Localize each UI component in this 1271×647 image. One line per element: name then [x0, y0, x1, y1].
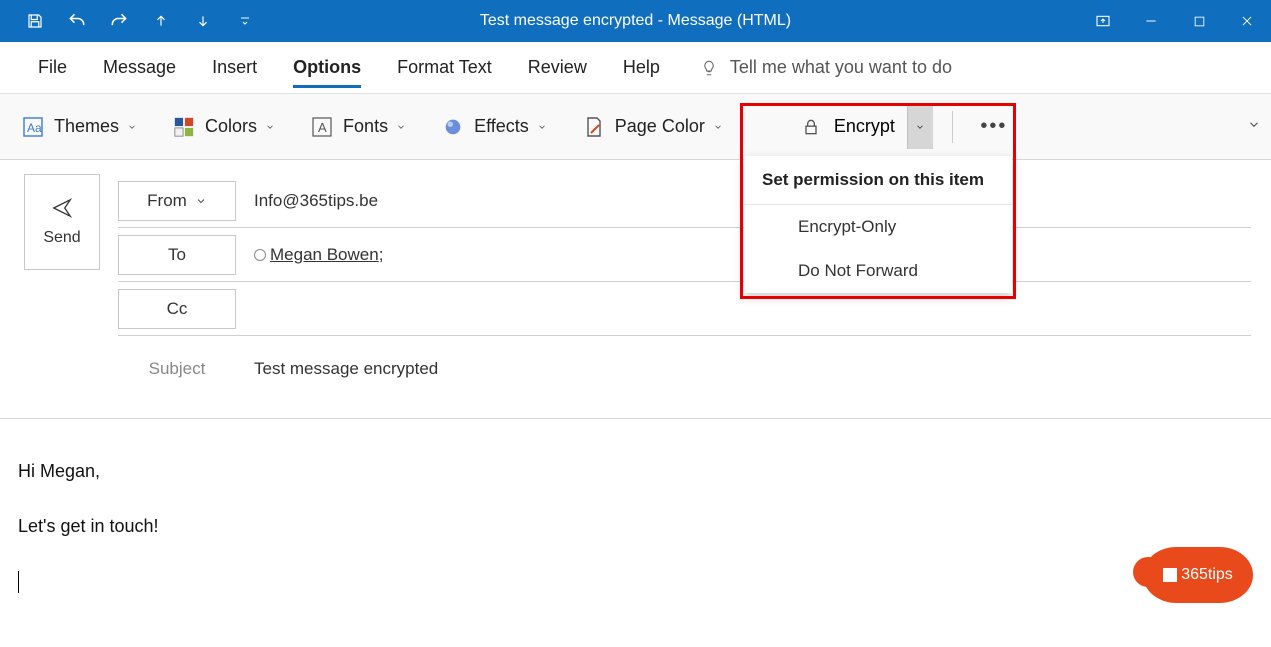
- page-color-label: Page Color: [615, 116, 705, 137]
- window-title: Test message encrypted - Message (HTML): [480, 12, 791, 30]
- text-cursor: [18, 571, 19, 593]
- window-controls: [1079, 0, 1271, 42]
- more-options-button[interactable]: •••: [971, 104, 1017, 150]
- effects-icon: [440, 114, 466, 140]
- send-label: Send: [43, 229, 80, 247]
- undo-icon[interactable]: [56, 0, 98, 42]
- save-icon[interactable]: [14, 0, 56, 42]
- maximize-icon[interactable]: [1175, 0, 1223, 42]
- ellipsis-icon: •••: [980, 115, 1007, 138]
- compose-area: Send From Info@365tips.be To Megan Bowen…: [0, 160, 1271, 402]
- colors-icon: [171, 114, 197, 140]
- tab-options[interactable]: Options: [275, 42, 379, 94]
- tab-review[interactable]: Review: [510, 42, 605, 94]
- cc-row: Cc: [118, 282, 1251, 336]
- message-body[interactable]: Hi Megan, Let's get in touch!: [14, 432, 1251, 621]
- encrypt-label: Encrypt: [834, 116, 895, 137]
- tab-message[interactable]: Message: [85, 42, 194, 94]
- chevron-down-icon: [127, 122, 137, 132]
- svg-text:A: A: [318, 120, 327, 135]
- lock-icon: [798, 114, 824, 140]
- tell-me-placeholder: Tell me what you want to do: [730, 57, 952, 78]
- ribbon-display-options-icon[interactable]: [1079, 0, 1127, 42]
- dropdown-header: Set permission on this item: [744, 156, 1012, 205]
- body-divider: [0, 418, 1271, 419]
- to-row: To Megan Bowen;: [118, 228, 1251, 282]
- subject-label: Subject: [118, 359, 236, 379]
- presence-indicator-icon: [254, 249, 266, 261]
- encrypt-split-button: Encrypt: [785, 104, 934, 150]
- watermark-logo: 365tips: [1143, 547, 1253, 603]
- page-color-icon: [581, 114, 607, 140]
- colors-label: Colors: [205, 116, 257, 137]
- themes-label: Themes: [54, 116, 119, 137]
- cc-field[interactable]: [254, 303, 1251, 315]
- send-button[interactable]: Send: [24, 174, 100, 270]
- cc-button[interactable]: Cc: [118, 289, 236, 329]
- tab-help[interactable]: Help: [605, 42, 678, 94]
- tab-format-text[interactable]: Format Text: [379, 42, 510, 94]
- encrypt-dropdown-toggle[interactable]: [907, 105, 933, 149]
- office-icon: [1163, 568, 1177, 582]
- from-button[interactable]: From: [118, 181, 236, 221]
- from-label: From: [147, 191, 187, 211]
- chevron-down-icon: [396, 122, 406, 132]
- themes-icon: Aa: [20, 114, 46, 140]
- tab-insert[interactable]: Insert: [194, 42, 275, 94]
- encrypt-dropdown-menu: Set permission on this item Encrypt-Only…: [744, 156, 1012, 293]
- title-bar: Test message encrypted - Message (HTML): [0, 0, 1271, 42]
- send-icon: [48, 197, 76, 219]
- subject-row: Subject Test message encrypted: [118, 336, 1251, 402]
- cc-label: Cc: [167, 299, 188, 319]
- svg-text:Aa: Aa: [27, 121, 42, 135]
- body-line: Let's get in touch!: [18, 513, 1247, 540]
- from-row: From Info@365tips.be: [118, 174, 1251, 228]
- themes-button[interactable]: Aa Themes: [12, 107, 145, 147]
- chevron-down-icon: [537, 122, 547, 132]
- to-button[interactable]: To: [118, 235, 236, 275]
- fonts-icon: A: [309, 114, 335, 140]
- page-color-button[interactable]: Page Color: [573, 107, 731, 147]
- encrypt-button[interactable]: Encrypt: [786, 105, 907, 149]
- watermark-text: 365tips: [1181, 566, 1233, 584]
- close-icon[interactable]: [1223, 0, 1271, 42]
- customize-qat-icon[interactable]: [224, 0, 266, 42]
- fonts-button[interactable]: A Fonts: [301, 107, 414, 147]
- collapse-ribbon-icon[interactable]: [1247, 117, 1261, 136]
- dropdown-item-encrypt-only[interactable]: Encrypt-Only: [744, 205, 1012, 249]
- lightbulb-icon: [700, 59, 718, 77]
- effects-button[interactable]: Effects: [432, 107, 555, 147]
- to-label: To: [168, 245, 186, 265]
- previous-item-icon[interactable]: [140, 0, 182, 42]
- recipient-chip[interactable]: Megan Bowen: [270, 245, 379, 264]
- dropdown-item-do-not-forward[interactable]: Do Not Forward: [744, 249, 1012, 293]
- minimize-icon[interactable]: [1127, 0, 1175, 42]
- tell-me-search[interactable]: Tell me what you want to do: [700, 57, 952, 78]
- ribbon-tabs: File Message Insert Options Format Text …: [0, 42, 1271, 94]
- body-line: Hi Megan,: [18, 458, 1247, 485]
- chevron-down-icon: [265, 122, 275, 132]
- subject-field[interactable]: Test message encrypted: [254, 353, 1251, 385]
- effects-label: Effects: [474, 116, 529, 137]
- chevron-down-icon: [195, 195, 207, 207]
- chevron-down-icon: [713, 122, 723, 132]
- ribbon: Aa Themes Colors A Fonts Effects Page Co…: [0, 94, 1271, 160]
- next-item-icon[interactable]: [182, 0, 224, 42]
- fonts-label: Fonts: [343, 116, 388, 137]
- tab-file[interactable]: File: [20, 42, 85, 94]
- quick-access-toolbar: [0, 0, 266, 42]
- colors-button[interactable]: Colors: [163, 107, 283, 147]
- redo-icon[interactable]: [98, 0, 140, 42]
